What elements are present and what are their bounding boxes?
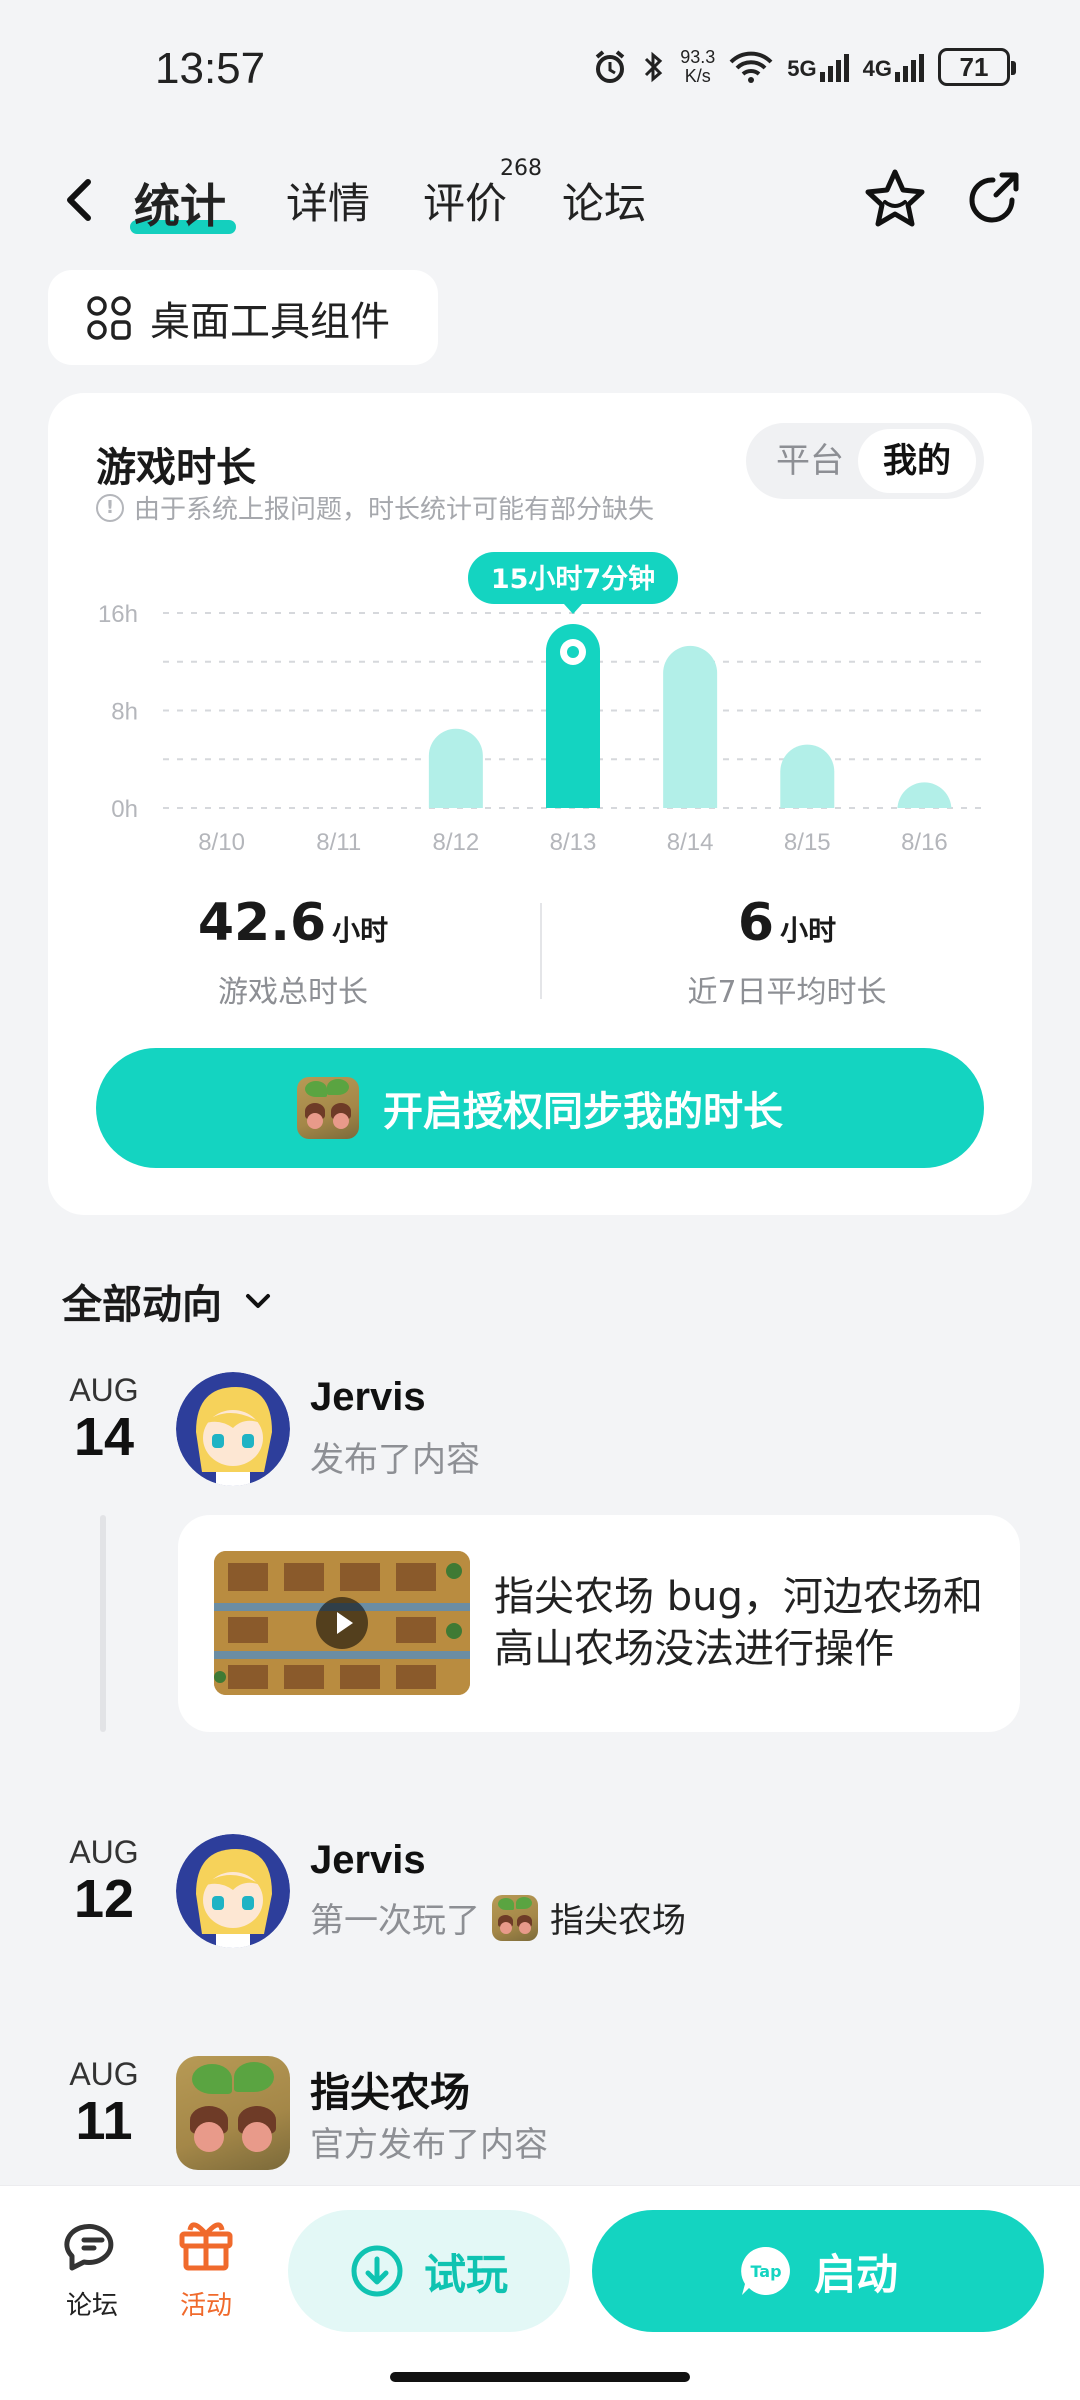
play-time-note: ! 由于系统上报问题，时长统计可能有部分缺失 [96, 489, 654, 526]
feed-date: AUG 12 [69, 1834, 139, 1929]
try-play-button[interactable]: 试玩 [288, 2210, 570, 2332]
play-icon [316, 1597, 368, 1649]
launch-button[interactable]: Tap 启动 [592, 2210, 1044, 2332]
timeline-line [100, 1515, 106, 1732]
total-play-time-caption: 游戏总时长 [218, 975, 368, 1010]
forum-label: 论坛 [65, 2291, 118, 2321]
game-name-link[interactable]: 指尖农场 [550, 1893, 686, 1942]
chart-tooltip-pointer [564, 603, 582, 614]
home-indicator [390, 2372, 690, 2382]
forum-chat-icon [64, 2223, 114, 2271]
chart-x-tick-label: 8/15 [784, 829, 831, 853]
battery-indicator: 71 [938, 48, 1016, 86]
tab-stats[interactable]: 统计 [134, 170, 226, 236]
bluetooth-icon [645, 51, 663, 83]
chevron-down-icon [246, 1294, 270, 1308]
signal-bars-icon [895, 54, 924, 82]
average-play-time-caption: 近7日平均时长 [687, 975, 887, 1010]
events-button[interactable]: 活动 [156, 2216, 256, 2322]
bottom-action-bar: 论坛 活动 试玩 Tap 启动 [0, 2185, 1080, 2400]
chart-x-tick-label: 8/13 [550, 829, 597, 853]
chart-x-tick-label: 8/10 [198, 829, 245, 853]
signal-bars-icon [819, 54, 849, 82]
total-play-time-value: 42.6 [197, 893, 327, 953]
platform-mine-toggle[interactable]: 平台 我的 [746, 423, 984, 499]
feed-date: AUG 11 [69, 2056, 139, 2151]
chart-x-tick-label: 8/16 [901, 829, 948, 853]
feed-action-text: 发布了内容 [310, 1440, 480, 1480]
launch-label: 启动 [813, 2249, 898, 2299]
feed-user-name[interactable]: Jervis [310, 1838, 426, 1883]
play-time-title: 游戏时长 [96, 445, 256, 491]
tab-details[interactable]: 详情 [286, 170, 370, 231]
desktop-widget-button[interactable]: 桌面工具组件 [48, 270, 438, 365]
toggle-mine[interactable]: 我的 [858, 429, 976, 493]
game-icon[interactable] [176, 2056, 290, 2170]
status-bar: 13:57 93.3 K/s 5G 4G 71 [0, 0, 1080, 140]
post-text: 指尖农场 bug，河边农场和高山农场没法进行操作 [494, 1574, 983, 1672]
chart-x-tick-label: 8/12 [432, 829, 479, 853]
user-avatar-image [176, 1834, 290, 1948]
average-play-time-value: 6 [737, 893, 775, 953]
chart-x-tick-label: 8/11 [316, 829, 361, 853]
wifi-icon [729, 51, 773, 83]
post-card[interactable]: 指尖农场 bug，河边农场和高山农场没法进行操作 [178, 1515, 1020, 1732]
average-play-time: 6 小时 近7日平均时长 [542, 893, 1032, 1011]
tab-reviews[interactable]: 评价 [423, 170, 507, 231]
toggle-platform[interactable]: 平台 [776, 423, 844, 499]
feed-user-name[interactable]: Jervis [310, 1375, 426, 1420]
try-play-label: 试玩 [423, 2249, 508, 2299]
share-icon[interactable] [958, 165, 1028, 235]
avatar[interactable] [176, 1372, 290, 1486]
activity-filter-dropdown[interactable]: 全部动向 [62, 1272, 276, 1330]
total-play-time-unit: 小时 [332, 914, 389, 947]
chart-bar [663, 645, 718, 808]
events-label: 活动 [179, 2291, 232, 2321]
feed-action-text: 第一次玩了 指尖农场 [310, 1893, 686, 1942]
signal-4g: 4G [863, 52, 924, 82]
user-avatar-image [176, 1372, 290, 1486]
status-time: 13:57 [155, 44, 266, 93]
net-speed: 93.3 K/s [680, 47, 716, 86]
video-thumbnail[interactable] [214, 1551, 470, 1695]
total-play-time: 42.6 小时 游戏总时长 [48, 893, 538, 1011]
taptap-logo-icon: Tap [741, 2246, 790, 2295]
tab-forum[interactable]: 论坛 [562, 170, 646, 231]
game-icon [492, 1894, 538, 1941]
top-nav: 统计 详情 评价 268 论坛 [0, 150, 1080, 250]
chart-tooltip-label: 15小时7分钟 [491, 564, 655, 595]
chart-y-tick-label: 8h [111, 699, 138, 726]
back-arrow-icon[interactable] [52, 170, 112, 230]
avatar[interactable] [176, 1834, 290, 1948]
chart-bar [428, 728, 483, 808]
taptap-logo-text: Tap [750, 2262, 781, 2281]
play-time-bar-chart: 16h 8h 0h 8/10 8/11 8/12 15小时7分钟 8/13 8/14 8/15 8/… [98, 551, 983, 853]
game-icon [297, 1077, 359, 1139]
activity-filter-label: 全部动向 [62, 1282, 222, 1328]
chart-highlight-dot-center [567, 645, 579, 658]
sync-play-time-button[interactable]: 开启授权同步我的时长 [96, 1048, 984, 1168]
average-play-time-unit: 小时 [780, 914, 837, 947]
review-count-badge: 268 [500, 156, 542, 181]
gift-icon [179, 2222, 233, 2271]
chart-bar [897, 782, 952, 810]
chart-bar [780, 744, 835, 808]
feed-official-name[interactable]: 指尖农场 [310, 2060, 470, 2118]
signal-5g: 5G [787, 52, 849, 82]
sync-play-time-label: 开启授权同步我的时长 [383, 1089, 783, 1135]
widget-grid-icon [87, 295, 131, 340]
star-icon[interactable] [860, 165, 930, 235]
forum-button[interactable]: 论坛 [42, 2216, 142, 2322]
chart-x-tick-label: 8/14 [667, 829, 714, 853]
status-icons: 93.3 K/s 5G 4G 71 [592, 47, 1016, 86]
play-time-card: 游戏时长 ! 由于系统上报问题，时长统计可能有部分缺失 平台 我的 16h 8h 0… [48, 393, 1032, 1215]
chart-y-tick-label: 16h [98, 601, 138, 628]
feed-action-text: 官方发布了内容 [310, 2125, 548, 2165]
download-icon [351, 2245, 403, 2297]
info-icon: ! [96, 493, 124, 522]
alarm-icon [595, 50, 625, 83]
chart-y-tick-label: 0h [111, 796, 138, 823]
desktop-widget-label: 桌面工具组件 [150, 298, 390, 345]
feed-date: AUG 14 [69, 1372, 139, 1467]
